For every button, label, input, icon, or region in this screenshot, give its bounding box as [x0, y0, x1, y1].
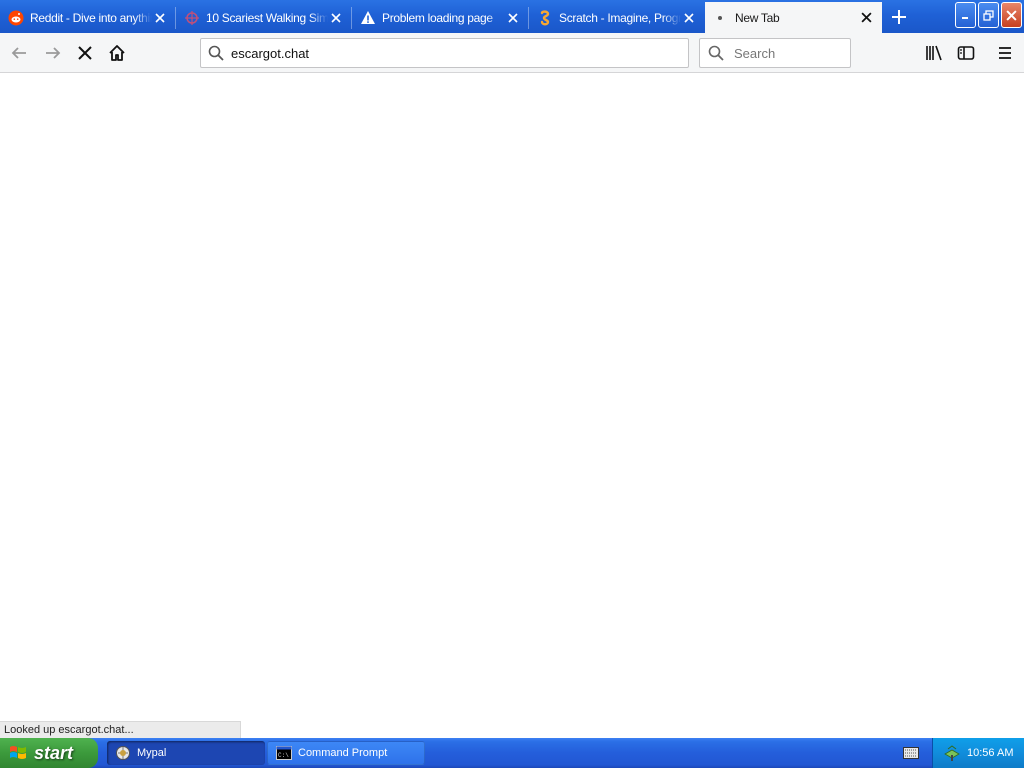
loading-dot-icon: [713, 10, 729, 26]
task-label: Mypal: [137, 747, 167, 759]
tab-label: Reddit - Dive into anything: [30, 11, 152, 25]
system-tray: 10:56 AM: [932, 738, 1024, 768]
taskbar-item-command-prompt[interactable]: C:\ Command Prompt: [267, 741, 425, 765]
task-label: Command Prompt: [298, 747, 388, 759]
cmd-icon: C:\: [276, 746, 292, 760]
url-bar[interactable]: escargot.chat: [200, 38, 689, 68]
tab-problem-loading[interactable]: Problem loading page: [352, 3, 529, 33]
stop-button[interactable]: [69, 37, 101, 69]
window-close-button[interactable]: [1001, 2, 1022, 28]
sidebar-icon: [957, 46, 975, 60]
taskbar: start Mypal C:\ Command Prompt 10:56 AM: [0, 738, 1024, 768]
plus-icon: [892, 9, 906, 24]
tab-scratch[interactable]: Scratch - Imagine, Program, Share: [529, 3, 705, 33]
navigation-toolbar: escargot.chat: [0, 33, 1024, 73]
new-tab-button[interactable]: [884, 3, 914, 30]
home-button[interactable]: [101, 37, 133, 69]
start-label: start: [34, 742, 74, 763]
network-icon[interactable]: [943, 744, 961, 762]
close-icon[interactable]: [505, 10, 521, 26]
warning-icon: [360, 10, 376, 26]
start-button[interactable]: start: [0, 738, 98, 768]
library-icon: [926, 45, 942, 61]
tab-strip: Reddit - Dive into anything 10 Scariest …: [0, 0, 1024, 33]
restore-button[interactable]: [978, 2, 999, 28]
home-icon: [109, 45, 125, 61]
clock[interactable]: 10:56 AM: [967, 747, 1013, 759]
keyboard-icon[interactable]: [902, 746, 920, 760]
close-icon[interactable]: [858, 10, 874, 26]
search-bar[interactable]: [699, 38, 851, 68]
forward-arrow-icon: [46, 47, 61, 59]
tab-label: New Tab: [735, 10, 780, 25]
hamburger-menu-icon: [999, 47, 1011, 59]
page-content[interactable]: [0, 73, 1024, 738]
minimize-button[interactable]: [955, 2, 976, 28]
close-icon: [1006, 9, 1017, 21]
back-arrow-icon: [11, 47, 26, 59]
search-icon: [700, 45, 732, 61]
close-icon[interactable]: [328, 10, 344, 26]
search-icon: [201, 45, 231, 61]
tab-walking-simulators[interactable]: 10 Scariest Walking Simulators: [176, 3, 352, 33]
tab-label: Scratch - Imagine, Program, Share: [559, 11, 681, 25]
windows-logo-icon: [10, 746, 26, 759]
restore-icon: [983, 9, 994, 21]
mypal-icon: [116, 746, 130, 760]
status-panel: Looked up escargot.chat...: [0, 721, 241, 738]
sidebar-button[interactable]: [950, 37, 982, 69]
menu-button[interactable]: [989, 37, 1021, 69]
search-input[interactable]: [732, 44, 846, 62]
tab-label: 10 Scariest Walking Simulators: [206, 11, 328, 25]
close-icon[interactable]: [152, 10, 168, 26]
tab-label: Problem loading page: [382, 11, 493, 25]
svg-text:C:\: C:\: [278, 752, 289, 759]
tab-reddit[interactable]: Reddit - Dive into anything: [0, 3, 176, 33]
window-controls: [955, 2, 1024, 28]
library-button[interactable]: [918, 37, 950, 69]
crosshair-icon: [184, 10, 200, 26]
close-icon[interactable]: [681, 10, 697, 26]
scratch-icon: [537, 10, 553, 26]
url-text[interactable]: escargot.chat: [231, 46, 309, 61]
stop-icon: [78, 46, 92, 60]
forward-button[interactable]: [37, 37, 69, 69]
tab-new-tab[interactable]: New Tab: [705, 2, 882, 33]
taskbar-item-mypal[interactable]: Mypal: [107, 741, 265, 765]
reddit-icon: [8, 10, 24, 26]
back-button[interactable]: [3, 37, 35, 69]
minimize-icon: [961, 17, 968, 19]
